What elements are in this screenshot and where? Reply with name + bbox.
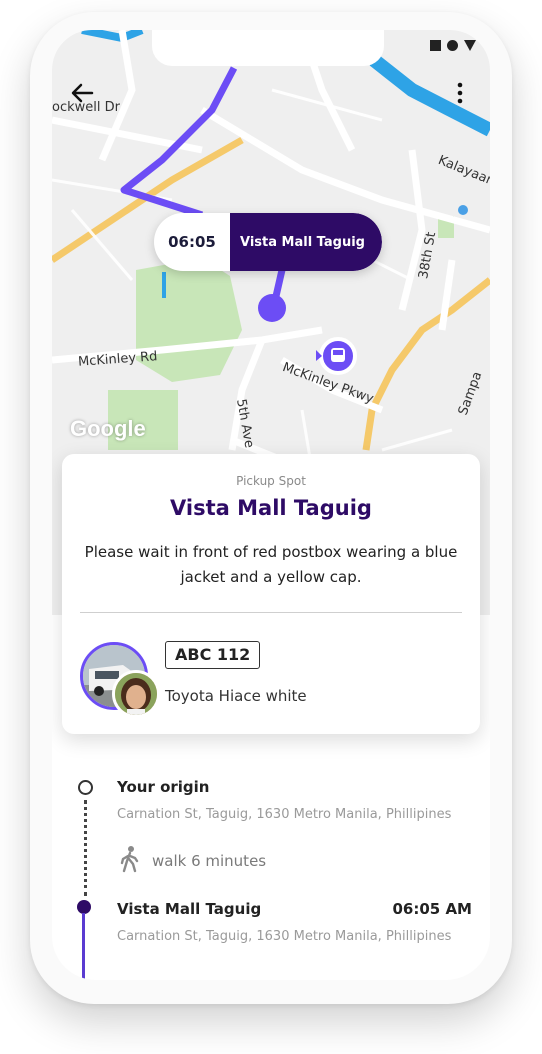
google-logo: Google xyxy=(70,416,146,441)
destination-icon xyxy=(77,900,91,914)
driver-avatar xyxy=(112,670,160,718)
trip-timeline: Your origin Carnation St, Taguig, 1630 M… xyxy=(52,750,490,980)
eta-bubble[interactable]: 06:05 Vista Mall Taguig xyxy=(154,213,382,271)
pickup-title: Vista Mall Taguig xyxy=(170,496,372,520)
device-notch xyxy=(152,30,384,66)
card-divider xyxy=(80,612,462,613)
app-screen: ockwell Dr Kalayaan A 38th St McKinley R… xyxy=(52,30,490,980)
circle-icon xyxy=(447,40,458,51)
destination-title: Vista Mall Taguig xyxy=(117,900,262,918)
ride-path-line xyxy=(82,913,85,980)
origin-address: Carnation St, Taguig, 1630 Metro Manila,… xyxy=(117,807,452,822)
more-vert-icon[interactable] xyxy=(454,80,466,106)
walk-duration: walk 6 minutes xyxy=(152,852,267,870)
license-plate: ABC 112 xyxy=(165,641,261,669)
walk-path-dots xyxy=(84,800,87,896)
eta-time: 06:05 xyxy=(168,233,216,251)
walk-row: walk 6 minutes xyxy=(120,845,266,877)
pickup-card: Pickup Spot Vista Mall Taguig Please wai… xyxy=(62,454,480,734)
walking-icon xyxy=(120,845,140,877)
pickup-subtitle: Pickup Spot xyxy=(236,474,306,488)
square-icon xyxy=(430,40,441,51)
street-label-rockwell: ockwell Dr xyxy=(52,100,120,115)
destination-address: Carnation St, Taguig, 1630 Metro Manila,… xyxy=(117,929,452,944)
origin-icon xyxy=(78,780,93,795)
signal-icon xyxy=(464,40,476,51)
vehicle-name: Toyota Hiace white xyxy=(165,687,307,705)
eta-place: Vista Mall Taguig xyxy=(230,213,382,271)
status-bar xyxy=(430,40,476,51)
origin-title: Your origin xyxy=(117,778,210,796)
destination-time: 06:05 AM xyxy=(392,900,472,918)
pickup-description: Please wait in front of red postbox wear… xyxy=(84,543,458,586)
